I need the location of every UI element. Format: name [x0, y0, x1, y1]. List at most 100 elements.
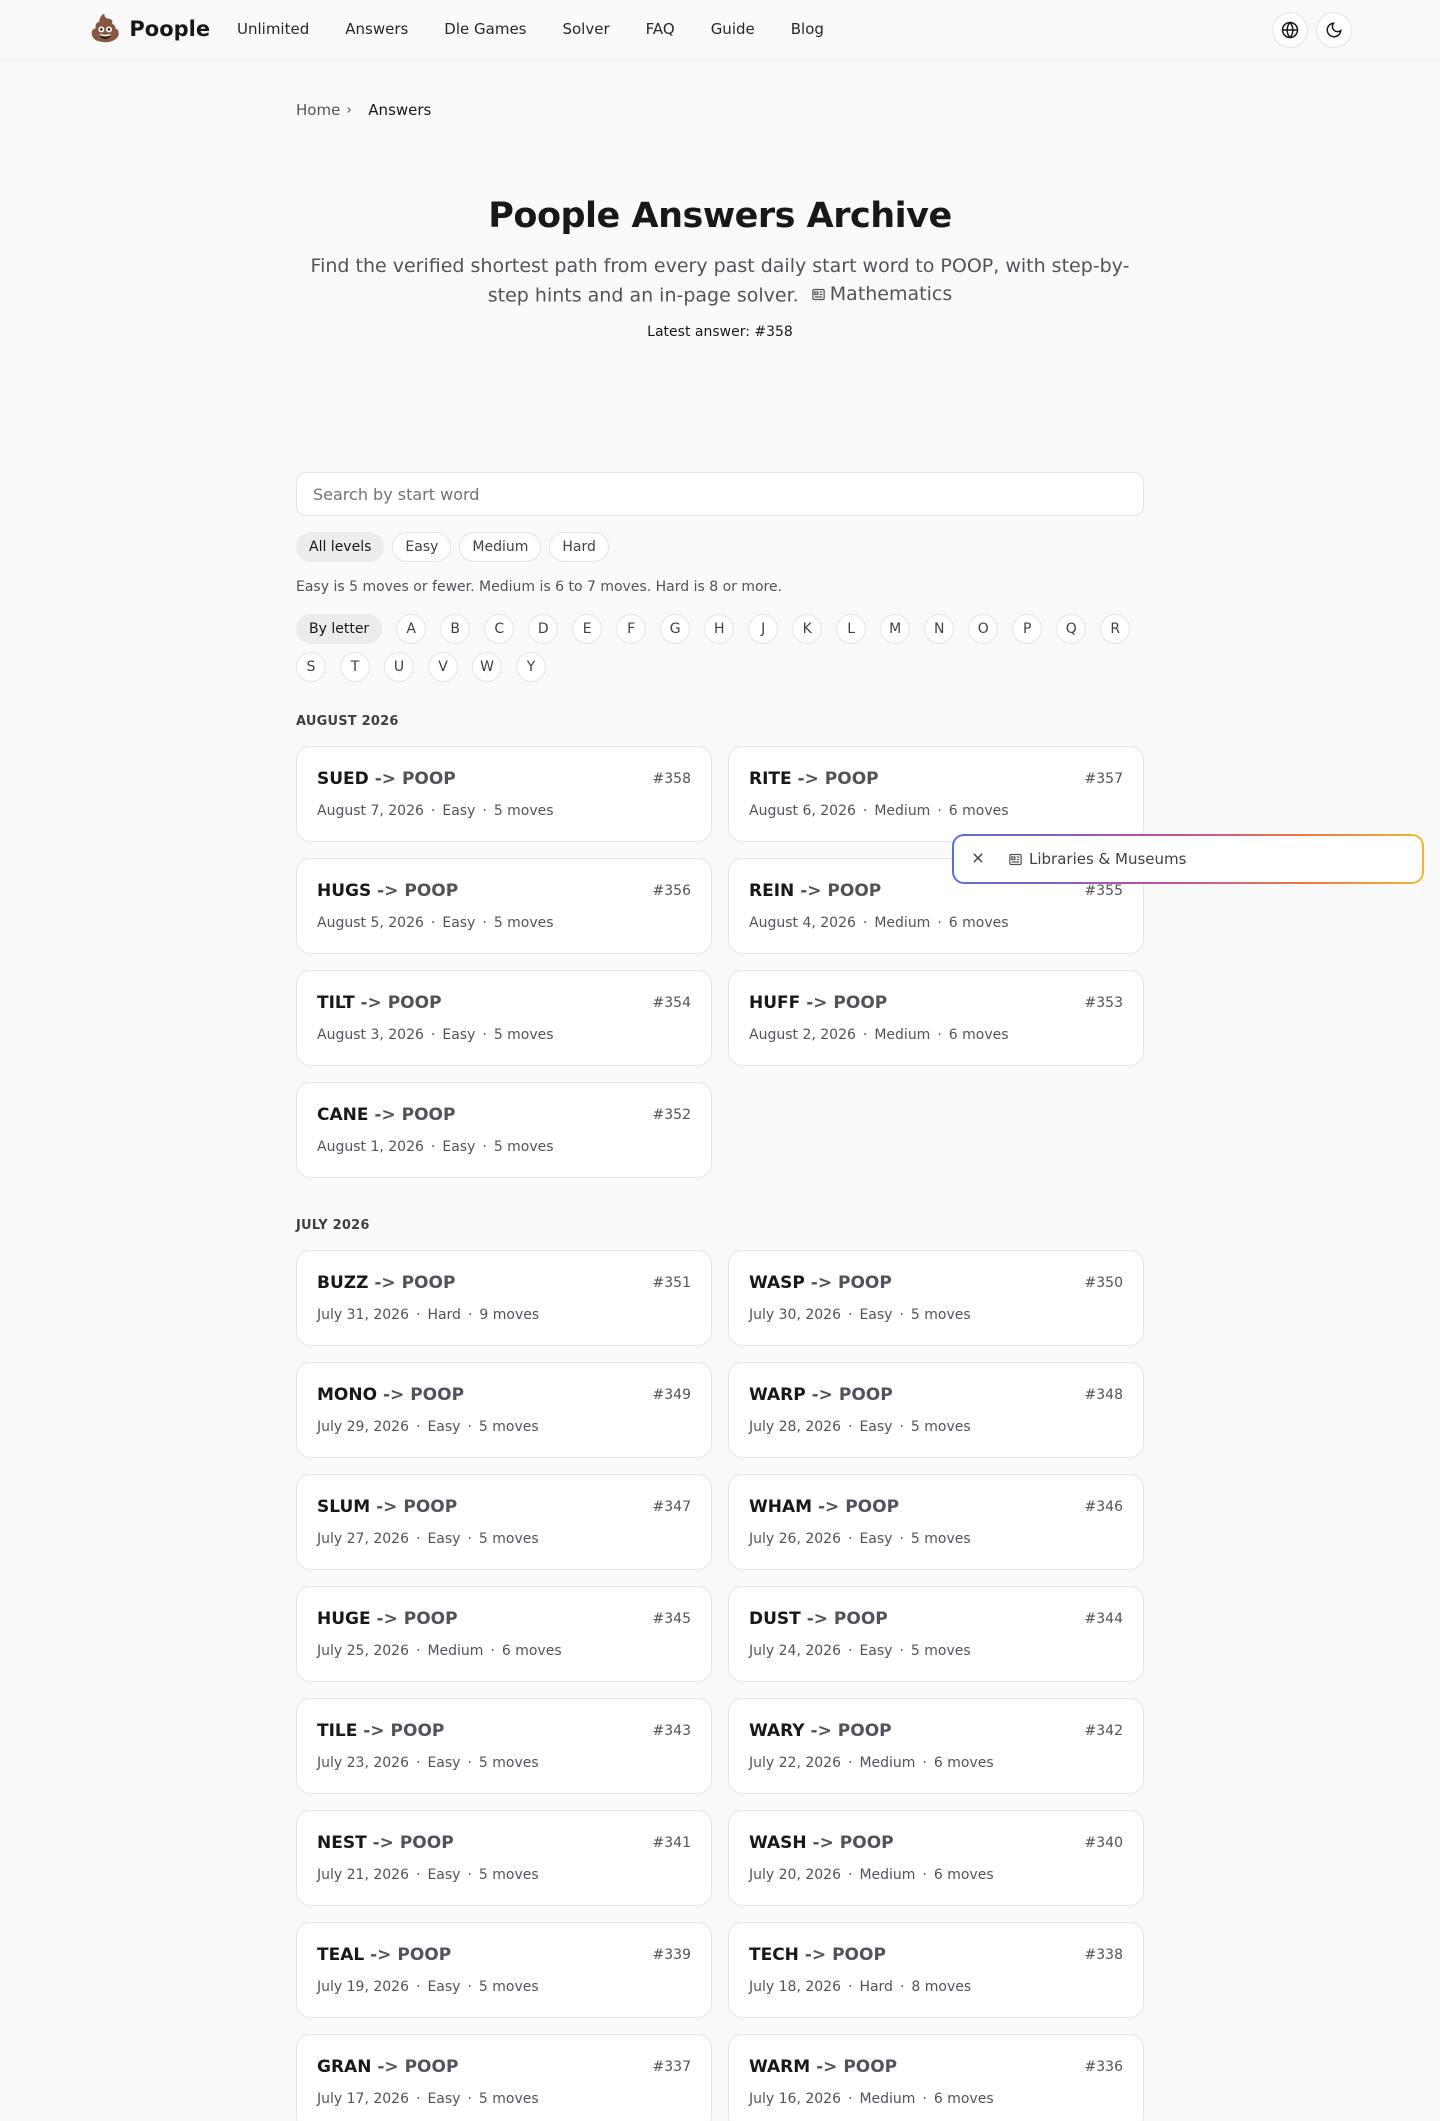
answer-date: July 29, 2026	[317, 1419, 409, 1435]
nav-link-answers[interactable]: Answers	[345, 20, 408, 38]
answer-card[interactable]: DUST -> POOP #344 July 24, 2026 · Easy · 5 mov…	[728, 1586, 1144, 1682]
letter-chip-q[interactable]: Q	[1056, 614, 1087, 644]
answer-card[interactable]: WASP -> POOP #350 July 30, 2026 · Easy · 5 mov…	[728, 1250, 1144, 1346]
answer-moves: 6 moves	[948, 1027, 1009, 1043]
separator-dot: ·	[899, 1307, 904, 1323]
letter-chip-y[interactable]: Y	[516, 652, 546, 682]
separator-dot: ·	[467, 1419, 472, 1435]
level-chip-all[interactable]: All levels	[296, 532, 385, 562]
answer-card[interactable]: TECH -> POOP #338 July 18, 2026 · Hard · 8 mov…	[728, 1922, 1144, 2018]
theme-toggle-button[interactable]	[1316, 12, 1352, 48]
letter-chip-g[interactable]: G	[660, 614, 691, 644]
target-word: POOP	[399, 1833, 454, 1853]
level-chip-easy[interactable]: Easy	[392, 532, 452, 562]
answer-card[interactable]: WARP -> POOP #348 July 28, 2026 · Easy · 5 mov…	[728, 1362, 1144, 1458]
letter-chip-r[interactable]: R	[1100, 614, 1131, 644]
nav-link-faq[interactable]: FAQ	[646, 20, 675, 38]
nav-link-solver[interactable]: Solver	[562, 20, 609, 38]
answer-moves: 6 moves	[948, 803, 1009, 819]
separator-dot: ·	[415, 1979, 421, 1995]
letter-chip-v[interactable]: V	[428, 652, 458, 682]
letter-chip-b[interactable]: B	[440, 614, 471, 644]
answer-moves: 5 moves	[910, 1531, 971, 1547]
answer-card[interactable]: HUFF -> POOP #353 August 2, 2026 · Medium · 6 …	[728, 970, 1144, 1066]
start-word: NEST	[317, 1833, 367, 1853]
answer-card[interactable]: WARM -> POOP #336 July 16, 2026 · Medium · 6 m…	[728, 2034, 1144, 2121]
puzzle-number: #358	[652, 771, 691, 787]
letter-chip-f[interactable]: F	[616, 614, 647, 644]
answer-card[interactable]: GRAN -> POOP #337 July 17, 2026 · Easy · 5 mov…	[296, 2034, 712, 2121]
letter-chip-u[interactable]: U	[384, 652, 414, 682]
answer-card[interactable]: SLUM -> POOP #347 July 27, 2026 · Easy · 5 mov…	[296, 1474, 712, 1570]
answer-card[interactable]: BUZZ -> POOP #351 July 31, 2026 · Hard · 9 mov…	[296, 1250, 712, 1346]
answer-moves: 6 moves	[933, 1867, 994, 1883]
nav-link-dle-games[interactable]: Dle Games	[444, 20, 526, 38]
popup-close-button[interactable]	[968, 848, 988, 868]
answer-card[interactable]: HUGS -> POOP #356 August 5, 2026 · Easy · 5 mo…	[296, 858, 712, 954]
level-chip-hard[interactable]: Hard	[549, 532, 609, 562]
target-word: POOP	[403, 1609, 458, 1629]
nav-link-unlimited[interactable]: Unlimited	[237, 20, 309, 38]
arrow-text: ->	[817, 1497, 840, 1517]
letter-chip-w[interactable]: W	[472, 652, 502, 682]
start-word: HUFF	[749, 993, 801, 1013]
letter-chip-n[interactable]: N	[924, 614, 955, 644]
breadcrumb-home[interactable]: Home	[296, 101, 340, 119]
letter-chip-j[interactable]: J	[748, 614, 779, 644]
letter-chip-all[interactable]: By letter	[296, 614, 383, 644]
answer-title: SLUM -> POOP	[317, 1497, 457, 1517]
brand-logo[interactable]: 💩 Poople	[89, 14, 210, 44]
letter-chip-a[interactable]: A	[396, 614, 427, 644]
answer-date: July 20, 2026	[749, 1867, 841, 1883]
letter-chip-h[interactable]: H	[704, 614, 735, 644]
answer-title: NEST -> POOP	[317, 1833, 454, 1853]
answer-level: Easy	[427, 1755, 461, 1771]
target-word: POOP	[401, 769, 456, 789]
letter-chip-p[interactable]: P	[1012, 614, 1043, 644]
puzzle-number: #346	[1084, 1499, 1123, 1515]
answer-title: WARP -> POOP	[749, 1385, 893, 1405]
nav-link-guide[interactable]: Guide	[711, 20, 755, 38]
answer-level: Hard	[427, 1307, 461, 1323]
answer-title: WARM -> POOP	[749, 2057, 897, 2077]
answer-card[interactable]: WHAM -> POOP #346 July 26, 2026 · Easy · 5 mov…	[728, 1474, 1144, 1570]
answer-moves: 5 moves	[478, 1867, 539, 1883]
answer-card[interactable]: TILE -> POOP #343 July 23, 2026 · Easy · 5 mov…	[296, 1698, 712, 1794]
nav-link-blog[interactable]: Blog	[791, 20, 824, 38]
letter-chip-o[interactable]: O	[968, 614, 999, 644]
answer-card[interactable]: MONO -> POOP #349 July 29, 2026 · Easy · 5 mov…	[296, 1362, 712, 1458]
answer-title: HUFF -> POOP	[749, 993, 887, 1013]
answer-moves: 5 moves	[478, 1531, 539, 1547]
letter-chip-l[interactable]: L	[836, 614, 867, 644]
answer-level: Easy	[442, 1139, 476, 1155]
letter-chip-k[interactable]: K	[792, 614, 823, 644]
search-input[interactable]	[296, 472, 1144, 516]
separator-dot: ·	[847, 1979, 853, 1995]
answer-card[interactable]: WASH -> POOP #340 July 20, 2026 · Medium · 6 m…	[728, 1810, 1144, 1906]
letter-chip-m[interactable]: M	[880, 614, 911, 644]
answer-card[interactable]: NEST -> POOP #341 July 21, 2026 · Easy · 5 mov…	[296, 1810, 712, 1906]
latest-answer[interactable]: Latest answer: #358	[0, 324, 1440, 340]
separator-dot: ·	[482, 803, 487, 819]
letter-chip-t[interactable]: T	[340, 652, 370, 682]
letter-chip-s[interactable]: S	[296, 652, 326, 682]
puzzle-number: #344	[1084, 1611, 1123, 1627]
answer-card[interactable]: CANE -> POOP #352 August 1, 2026 · Easy · 5 mo…	[296, 1082, 712, 1178]
answer-card[interactable]: RITE -> POOP #357 August 6, 2026 · Medium · 6 …	[728, 746, 1144, 842]
answer-meta: August 7, 2026 · Easy · 5 moves	[317, 803, 554, 819]
answer-date: August 3, 2026	[317, 1027, 424, 1043]
answer-card[interactable]: WARY -> POOP #342 July 22, 2026 · Medium · 6 m…	[728, 1698, 1144, 1794]
letter-chip-c[interactable]: C	[484, 614, 515, 644]
language-button[interactable]	[1272, 12, 1308, 48]
start-word: BUZZ	[317, 1273, 369, 1293]
popup-label[interactable]: Libraries & Museums	[1008, 850, 1186, 868]
answer-card[interactable]: TEAL -> POOP #339 July 19, 2026 · Easy · 5 mov…	[296, 1922, 712, 2018]
answer-card[interactable]: TILT -> POOP #354 August 3, 2026 · Easy · 5 mo…	[296, 970, 712, 1066]
answer-card[interactable]: HUGE -> POOP #345 July 25, 2026 · Medium · 6 m…	[296, 1586, 712, 1682]
level-chip-medium[interactable]: Medium	[459, 532, 542, 562]
letter-chip-e[interactable]: E	[572, 614, 603, 644]
category-chip[interactable]: Mathematics	[811, 280, 952, 308]
letter-chip-d[interactable]: D	[528, 614, 559, 644]
separator-dot: ·	[482, 1027, 487, 1043]
answer-card[interactable]: SUED -> POOP #358 August 7, 2026 · Easy · 5 mo…	[296, 746, 712, 842]
